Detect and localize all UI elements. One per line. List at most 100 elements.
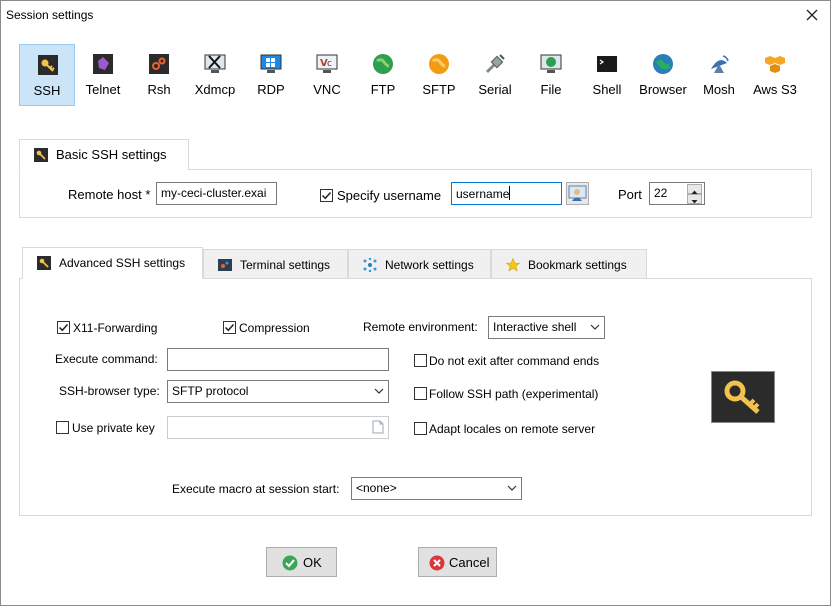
shell-icon [597, 56, 617, 72]
network-icon [363, 258, 377, 272]
protocol-label: Browser [639, 82, 687, 97]
close-button[interactable] [800, 3, 824, 27]
follow-ssh-path-label: Follow SSH path (experimental) [429, 387, 599, 401]
checkmark-icon [321, 191, 332, 200]
star-icon [506, 258, 520, 272]
ssh-browser-type-select[interactable]: SFTP protocol [167, 380, 389, 403]
terminal-icon [218, 259, 232, 271]
xdmcp-icon [204, 54, 226, 73]
protocol-label: Shell [592, 82, 622, 97]
protocol-vnc[interactable]: V c VNC [299, 44, 355, 106]
protocol-serial[interactable]: Serial [467, 44, 523, 106]
do-not-exit-checkbox[interactable] [414, 354, 427, 367]
port-label: Port [618, 187, 642, 202]
sftp-icon [429, 54, 449, 74]
cancel-icon [429, 555, 445, 571]
user-picker-button[interactable] [566, 182, 589, 205]
execute-macro-select[interactable]: <none> [351, 477, 522, 500]
protocol-label: SSH [33, 83, 61, 98]
protocol-file[interactable]: File [523, 44, 579, 106]
ssh-key-icon [37, 256, 51, 270]
vnc-icon: V c [316, 54, 338, 73]
protocol-ssh[interactable]: SSH [19, 44, 75, 106]
tab-label: Advanced SSH settings [59, 256, 186, 270]
tab-bookmark-settings[interactable]: Bookmark settings [491, 249, 647, 279]
compression-checkbox[interactable] [223, 321, 236, 334]
username-input[interactable]: username [451, 182, 562, 205]
tab-label: Network settings [385, 258, 474, 272]
file-browse-icon[interactable] [372, 420, 384, 434]
tab-label: Bookmark settings [528, 258, 627, 272]
chevron-down-icon [507, 485, 517, 491]
protocol-label: Serial [478, 82, 512, 97]
use-private-key-label: Use private key [72, 421, 155, 435]
protocol-xdmcp[interactable]: Xdmcp [187, 44, 243, 106]
protocol-label: VNC [313, 82, 341, 97]
use-private-key-checkbox[interactable] [56, 421, 69, 434]
protocol-aws-s3[interactable]: Aws S3 [747, 44, 803, 106]
protocol-label: Rsh [147, 82, 171, 97]
specify-username-label: Specify username [337, 188, 442, 203]
ssh-key-badge [711, 371, 775, 423]
protocol-label: File [540, 82, 562, 97]
window-title: Session settings [6, 8, 94, 22]
rdp-icon [260, 54, 282, 73]
protocol-ftp[interactable]: FTP [355, 44, 411, 106]
rsh-icon [149, 54, 169, 74]
protocol-telnet[interactable]: Telnet [75, 44, 131, 106]
tab-advanced-ssh-settings[interactable]: Advanced SSH settings [22, 247, 203, 279]
execute-command-input[interactable] [167, 348, 389, 371]
file-icon [540, 54, 562, 73]
checkmark-icon [58, 323, 69, 332]
private-key-path-input[interactable] [167, 416, 389, 439]
ok-button[interactable]: OK [266, 547, 337, 577]
specify-username-checkbox[interactable] [320, 189, 333, 202]
tab-terminal-settings[interactable]: Terminal settings [203, 249, 348, 279]
protocol-label: Xdmcp [194, 82, 236, 97]
x11-forwarding-checkbox[interactable] [57, 321, 70, 334]
protocol-label: Telnet [85, 82, 121, 97]
svg-text:c: c [327, 59, 332, 69]
user-icon [568, 185, 587, 201]
execute-command-label: Execute command: [55, 352, 158, 366]
port-value: 22 [654, 186, 668, 200]
adapt-locales-checkbox[interactable] [414, 422, 427, 435]
telnet-icon [93, 54, 113, 74]
remote-host-input[interactable]: my-ceci-cluster.exai [156, 182, 277, 205]
protocol-rsh[interactable]: Rsh [131, 44, 187, 106]
title-bar: Session settings [1, 1, 830, 29]
key-icon [724, 380, 760, 414]
tab-network-settings[interactable]: Network settings [348, 249, 491, 279]
chevron-down-icon [590, 324, 600, 330]
chevron-down-icon [374, 388, 384, 394]
do-not-exit-label: Do not exit after command ends [429, 354, 600, 368]
protocol-browser[interactable]: Browser [635, 44, 691, 106]
ftp-icon [373, 54, 393, 74]
protocol-label: FTP [370, 82, 396, 97]
protocol-mosh[interactable]: Mosh [691, 44, 747, 106]
arrow-down-icon [691, 200, 698, 204]
ssh-key-icon [34, 148, 48, 162]
follow-ssh-path-checkbox[interactable] [414, 387, 427, 400]
execute-macro-value: <none> [356, 481, 397, 495]
ssh-browser-type-label: SSH-browser type: [59, 384, 160, 398]
close-icon [806, 9, 818, 21]
protocol-sftp[interactable]: SFTP [411, 44, 467, 106]
protocol-rdp[interactable]: RDP [243, 44, 299, 106]
session-settings-dialog: Session settings SSH Telnet Rsh Xdmcp RD… [0, 0, 831, 606]
tab-label: Terminal settings [240, 258, 331, 272]
tab-basic-ssh-settings[interactable]: Basic SSH settings [19, 139, 189, 171]
port-spin-up[interactable] [687, 184, 702, 194]
remote-environment-value: Interactive shell [493, 320, 577, 334]
text-cursor [509, 186, 511, 200]
ssh-browser-type-value: SFTP protocol [172, 384, 249, 398]
cancel-button[interactable]: Cancel [418, 547, 497, 577]
port-spin-down[interactable] [687, 194, 702, 204]
remote-environment-select[interactable]: Interactive shell [488, 316, 605, 339]
remote-environment-label: Remote environment: [363, 320, 478, 334]
compression-label: Compression [239, 321, 310, 335]
checkmark-icon [224, 323, 235, 332]
browser-icon [653, 54, 673, 74]
protocol-shell[interactable]: Shell [579, 44, 635, 106]
ssh-icon [38, 55, 58, 75]
